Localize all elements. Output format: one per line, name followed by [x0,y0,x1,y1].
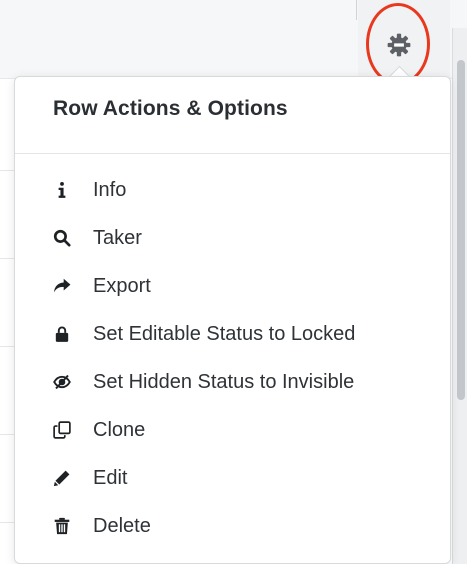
menu-item-set-invisible[interactable]: Set Hidden Status to Invisible [51,362,441,402]
menu-title: Row Actions & Options [53,97,288,120]
menu-item-label: Set Hidden Status to Invisible [93,370,355,393]
menu-item-label: Taker [93,226,142,249]
menu-item-label: Info [93,178,127,201]
info-icon [51,179,73,201]
menu-item-taker[interactable]: Taker [51,218,441,258]
row-actions-menu: Row Actions & Options Info Taker Export … [14,76,451,564]
clone-icon [51,419,73,441]
share-arrow-icon [51,275,73,297]
trash-icon [51,515,73,537]
menu-item-delete[interactable]: Delete [51,506,441,546]
menu-item-label: Clone [93,418,146,441]
menu-item-clone[interactable]: Clone [51,410,441,450]
menu-item-label: Delete [93,514,151,537]
screen: Row Actions & Options Info Taker Export … [0,0,467,564]
menu-item-export[interactable]: Export [51,266,441,306]
menu-item-info[interactable]: Info [51,170,441,210]
menu-item-label: Set Editable Status to Locked [93,322,356,345]
search-icon [51,227,73,249]
menu-item-label: Export [93,274,151,297]
pencil-icon [51,467,73,489]
menu-divider [15,153,450,154]
menu-item-set-locked[interactable]: Set Editable Status to Locked [51,314,441,354]
eye-slash-icon [51,371,73,393]
menu-item-label: Edit [93,466,128,489]
lock-icon [51,323,73,345]
column-divider [356,0,357,20]
vertical-scrollbar-thumb[interactable] [457,60,465,400]
menu-item-edit[interactable]: Edit [51,458,441,498]
